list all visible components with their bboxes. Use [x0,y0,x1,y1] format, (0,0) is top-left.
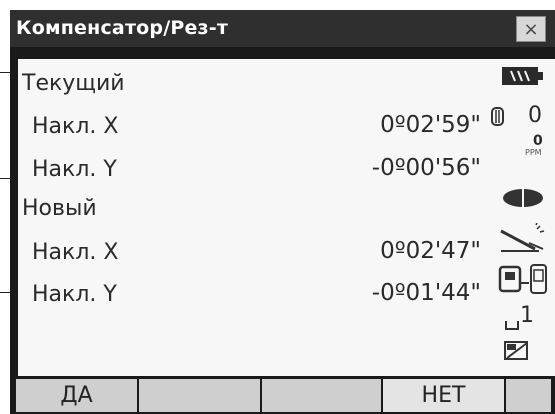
tilt-icon [500,223,545,252]
softkey-3-button[interactable] [262,379,381,412]
bluetooth-device-icon [498,264,547,294]
softkey-2-button[interactable] [139,379,260,412]
no-button-label: НЕТ [421,383,466,408]
new-heading: Новый [22,196,97,221]
prism-constant-value: 0 [528,103,542,128]
title-bar: Компенсатор/Рез-т × [10,10,555,47]
battery-icon [502,67,543,85]
close-icon: × [523,18,539,40]
new-tilt-x-label: Накл. X [32,240,119,265]
eye-laser-icon [503,189,543,207]
current-tilt-y-label: Накл. Y [32,157,117,182]
status-sidebar: 0 0 PPM 1 [485,59,555,376]
input-mode-value: 1 [520,303,534,328]
current-heading: Текущий [22,71,125,96]
yes-button-label: ДА [60,383,93,408]
device-screen: Компенсатор/Рез-т × Текущий Накл. X 0º02… [10,10,555,414]
window-title: Компенсатор/Рез-т [16,17,229,39]
new-tilt-x-value: 0º02'47" [380,238,481,264]
prism-icon [491,107,504,126]
close-button[interactable]: × [516,16,546,42]
new-tilt-y-label: Накл. Y [32,282,117,307]
ppm-value: 0 [533,133,543,149]
new-tilt-y-value: -0º01'44" [371,280,481,306]
yes-button[interactable]: ДА [16,379,137,412]
current-tilt-x-label: Накл. X [32,114,119,139]
ppm-label: PPM [525,148,542,157]
no-button[interactable]: НЕТ [383,379,504,412]
card-icon [504,341,528,360]
input-mode-icon [505,321,519,330]
softkey-5-button[interactable] [506,379,551,412]
current-tilt-x-value: 0º02'59" [380,112,481,138]
softkey-bar: ДА НЕТ [10,376,555,414]
current-tilt-y-value: -0º00'56" [371,155,481,181]
compensator-results-panel: Текущий Накл. X 0º02'59" Накл. Y -0º00'5… [18,59,485,376]
